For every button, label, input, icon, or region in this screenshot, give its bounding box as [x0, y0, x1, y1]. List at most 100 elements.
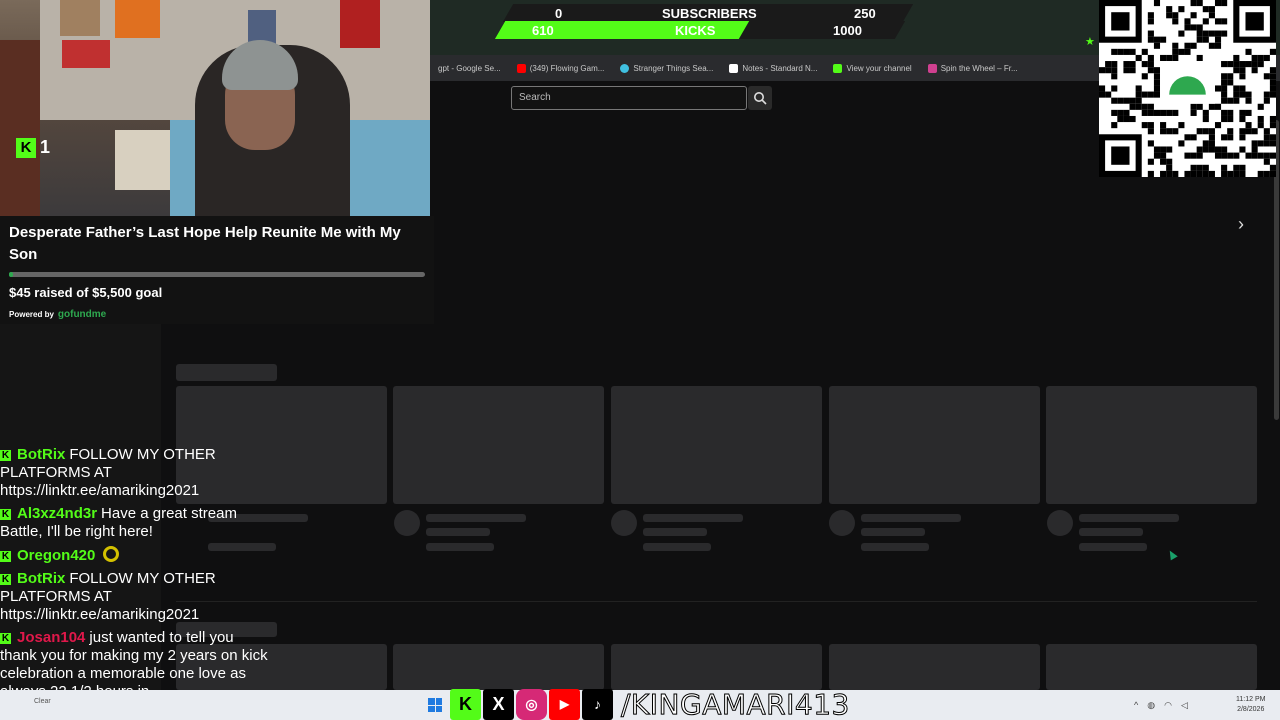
bookmark-youtube[interactable]: (349) Flowing Gam... — [509, 63, 613, 73]
bookmark-label: Stranger Things Sea... — [633, 63, 714, 73]
chat-username: Oregon420 — [17, 547, 96, 564]
wifi-icon[interactable]: ◠ — [1164, 700, 1172, 711]
bookmark-notes[interactable]: Notes - Standard N... — [721, 63, 825, 73]
skeleton-avatar — [611, 510, 637, 536]
skeleton-line — [643, 543, 711, 551]
bookmark-label: gpt - Google Se... — [438, 63, 501, 73]
youtube-icon: ▶ — [549, 688, 580, 720]
skeleton-line — [426, 543, 494, 551]
chat-username: BotRix — [17, 446, 66, 463]
bookmark-stranger-things[interactable]: Stranger Things Sea... — [612, 63, 721, 73]
kick-count-badge: K 1 — [16, 137, 50, 158]
gofundme-title: Desperate Father’s Last Hope Help Reunit… — [9, 224, 401, 263]
gofundme-widget: Desperate Father’s Last Hope Help Reunit… — [0, 216, 434, 324]
chat-message: K Oregon420 — [0, 546, 270, 565]
social-handle: /KINGAMARI413 — [621, 687, 850, 720]
skeleton-line — [1079, 543, 1147, 551]
system-tray: ^ ◍ ◠ ◁ — [1134, 700, 1188, 711]
skeleton-line — [1079, 514, 1179, 522]
chat-message: K BotRix FOLLOW MY OTHER PLATFORMS AT http… — [0, 446, 270, 500]
gofundme-logo: gofundme — [57, 309, 107, 320]
kick-count: 1 — [40, 137, 51, 157]
windows-start-icon[interactable] — [428, 698, 442, 712]
section-divider — [176, 601, 1257, 602]
goal-banner: 0 SUBSCRIBERS 250 610 KICKS 1000 — [494, 0, 914, 40]
star-icon: ★ — [1085, 36, 1095, 48]
subs-target: 250 — [854, 6, 876, 21]
skeleton-card — [1046, 386, 1257, 504]
kicks-label: KICKS — [675, 23, 716, 38]
qr-code — [1099, 0, 1276, 177]
kick-logo-icon: K — [0, 509, 11, 520]
gofundme-progress-fill — [9, 272, 14, 277]
clock-time: 11:12 PM — [1236, 696, 1266, 703]
skeleton-card — [393, 644, 604, 690]
bookmark-label: Spin the Wheel – Fr... — [940, 63, 1018, 73]
search-button[interactable] — [748, 86, 772, 110]
bookmark-google[interactable]: gpt - Google Se... — [430, 64, 509, 73]
kick-icon: K — [450, 688, 481, 720]
chat-overlay: K BotRix FOLLOW MY OTHER PLATFORMS AT http… — [0, 446, 270, 706]
skeleton-line — [643, 528, 707, 536]
bookmark-kick-channel[interactable]: View your channel — [825, 63, 919, 73]
kick-logo-icon: K — [0, 551, 11, 562]
skeleton-card — [393, 386, 604, 504]
kicks-current: 610 — [532, 23, 554, 38]
notes-icon — [729, 63, 739, 73]
skeleton-line — [1079, 528, 1143, 536]
system-clock[interactable]: 11:12 PM 2/8/2026 — [1236, 695, 1265, 715]
instagram-icon: ◎ — [516, 688, 547, 720]
youtube-icon — [516, 63, 526, 73]
bookmark-spin-wheel[interactable]: Spin the Wheel – Fr... — [920, 63, 1026, 73]
kick-logo-icon: K — [0, 633, 11, 644]
kick-logo-icon: K — [0, 450, 11, 461]
poster-image — [115, 0, 160, 38]
poster-image — [340, 0, 380, 48]
skeleton-line — [426, 514, 526, 522]
skeleton-card — [1046, 644, 1257, 690]
skeleton-line — [426, 528, 490, 536]
subs-current: 0 — [555, 6, 563, 21]
kick-icon — [833, 63, 843, 73]
poster-image — [60, 0, 100, 36]
clock-date: 2/8/2026 — [1237, 706, 1265, 713]
bookmark-label: (349) Flowing Gam... — [529, 63, 605, 73]
search-icon — [754, 92, 767, 105]
skeleton-card — [611, 644, 822, 690]
site-icon — [620, 63, 630, 73]
weather-widget[interactable]: Clear — [34, 698, 51, 705]
volume-icon[interactable]: ◁ — [1181, 700, 1188, 711]
chat-message: K BotRix FOLLOW MY OTHER PLATFORMS AT http… — [0, 570, 270, 624]
skeleton-card — [829, 644, 1040, 690]
powered-by: Powered by gofundme — [9, 309, 106, 320]
skeleton-card — [829, 386, 1040, 504]
bookmark-label: Notes - Standard N... — [742, 63, 818, 73]
webcam-feed: K 1 — [0, 0, 430, 216]
chat-username: Josan104 — [17, 629, 86, 646]
chat-username: Al3xz4nd3r — [17, 505, 98, 522]
chat-username: BotRix — [17, 570, 66, 587]
bookmark-label: View your channel — [846, 63, 912, 73]
skeleton-line — [861, 543, 929, 551]
flag-image — [62, 40, 110, 68]
wheel-icon — [927, 63, 937, 73]
network-icon[interactable]: ◍ — [1147, 700, 1155, 711]
skeleton-line — [861, 528, 925, 536]
skeleton-line — [861, 514, 961, 522]
gofundme-progress-bar — [9, 272, 425, 277]
skeleton-avatar — [829, 510, 855, 536]
kicks-target: 1000 — [833, 23, 862, 38]
x-icon: X — [483, 688, 514, 720]
subs-label: SUBSCRIBERS — [662, 6, 757, 21]
gofundme-raised: $45 raised of $5,500 goal — [9, 285, 163, 300]
search-input[interactable]: Search — [511, 86, 747, 110]
chat-message: K Al3xz4nd3r Have a great stream Battle, I… — [0, 505, 270, 541]
skeleton-card — [611, 386, 822, 504]
skeleton-heading — [176, 364, 277, 381]
powered-by-label: Powered by — [9, 310, 54, 319]
chevron-up-icon[interactable]: ^ — [1134, 700, 1138, 711]
skeleton-avatar — [394, 510, 420, 536]
kick-logo-icon: K — [16, 137, 36, 158]
chevron-right-icon[interactable]: › — [1238, 214, 1244, 235]
skeleton-avatar — [1047, 510, 1073, 536]
